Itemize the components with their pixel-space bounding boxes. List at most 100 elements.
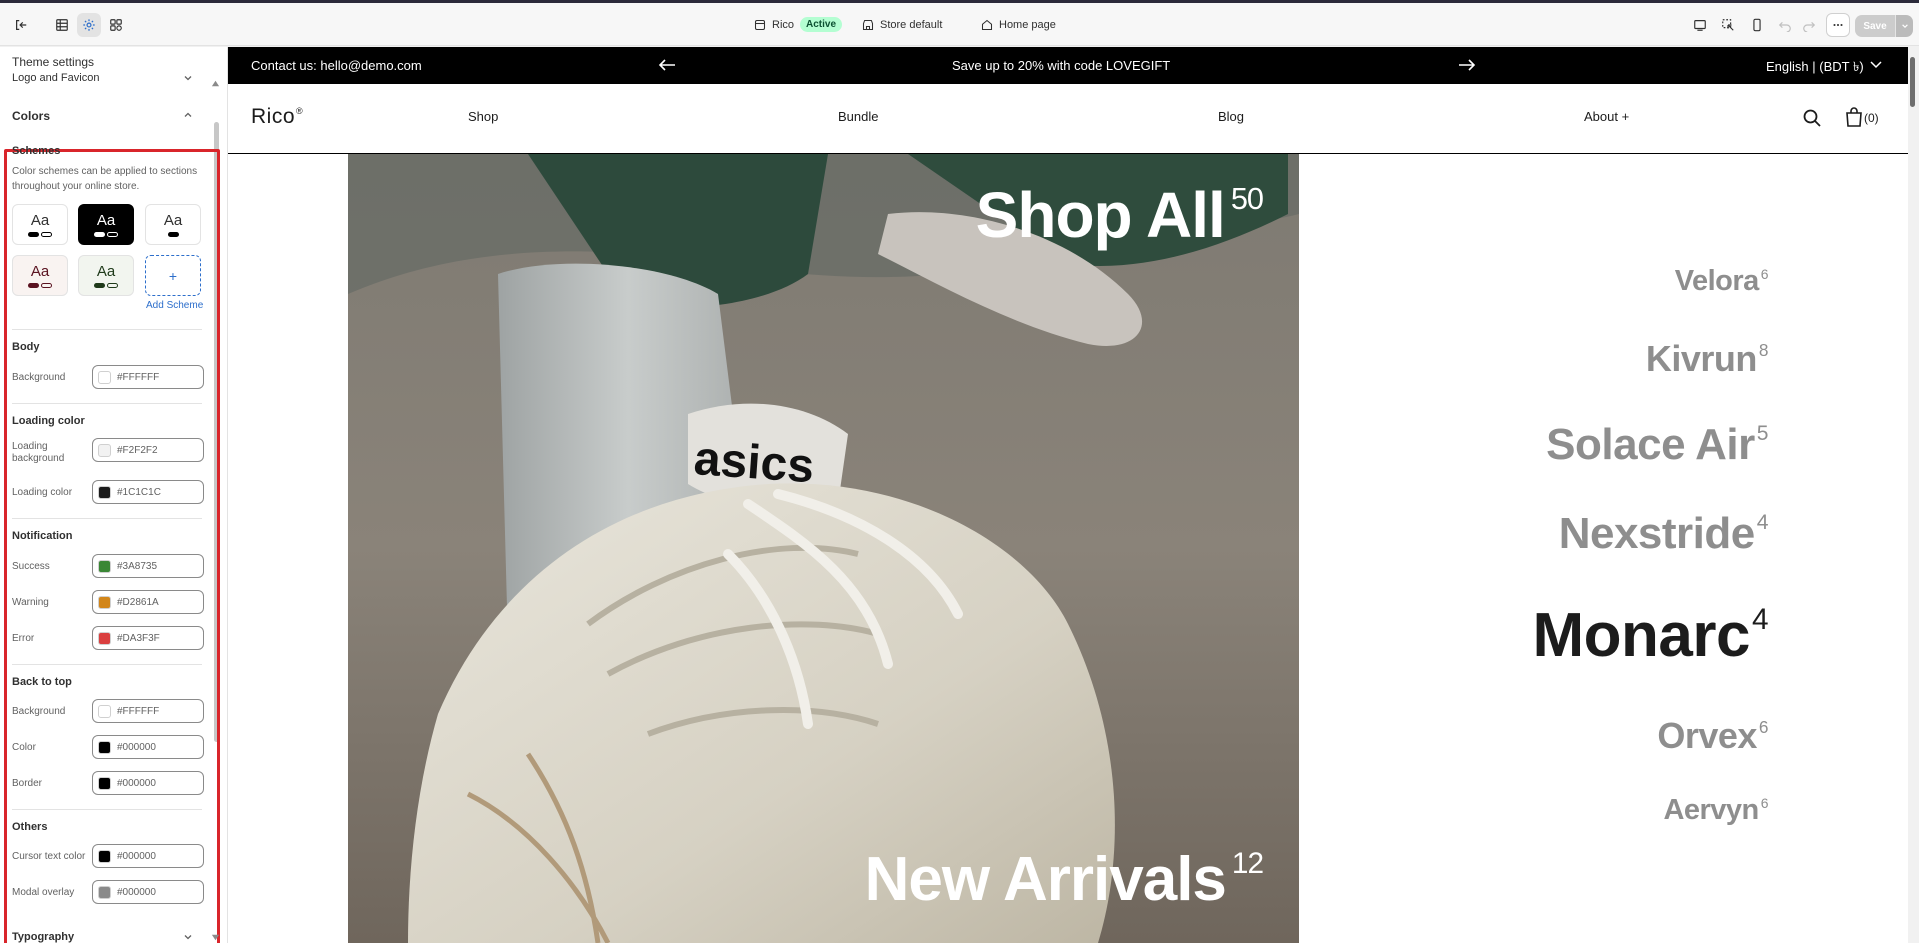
store-selector[interactable]: Store default <box>862 3 942 46</box>
product-link-kivrun[interactable]: Kivrun 8 <box>1646 338 1769 380</box>
save-button[interactable]: Save <box>1855 15 1895 37</box>
product-link-monarc[interactable]: Monarc4 <box>1532 600 1768 671</box>
product-link-velora[interactable]: Velora 6 <box>1674 265 1769 298</box>
product-name: Velora <box>1674 265 1760 297</box>
add-scheme-link[interactable]: Add Scheme <box>146 300 203 311</box>
product-count: 6 <box>1758 716 1769 737</box>
chevron-down-icon[interactable] <box>183 932 193 942</box>
locale-selector[interactable]: English | (BDT ৳) <box>1766 58 1864 79</box>
hex-value: #000000 <box>117 741 156 753</box>
nav-bundle[interactable]: Bundle <box>838 109 878 124</box>
logo-favicon-section[interactable]: Logo and Favicon <box>12 72 192 84</box>
color-scheme-4[interactable]: Aa <box>12 255 68 296</box>
typography-section[interactable]: Typography <box>12 931 74 943</box>
redo-icon[interactable] <box>1797 13 1821 37</box>
registered-mark: ® <box>296 105 304 116</box>
mobile-view-icon[interactable] <box>1745 13 1769 37</box>
theme-settings-sidebar: Theme settings Logo and Favicon Colors S… <box>0 47 228 943</box>
color-swatch[interactable] <box>98 485 111 499</box>
back-to-top-border-field[interactable]: #000000 <box>92 771 204 795</box>
apps-icon[interactable] <box>104 13 128 37</box>
color-swatch[interactable] <box>98 559 111 573</box>
divider <box>12 664 202 665</box>
color-swatch[interactable] <box>98 885 111 899</box>
color-swatch[interactable] <box>98 776 111 790</box>
chevron-down-icon[interactable] <box>183 73 193 83</box>
cart-count[interactable]: (0) <box>1864 111 1879 125</box>
scheme-sample: Aa <box>30 262 50 280</box>
nav-shop[interactable]: Shop <box>468 109 498 124</box>
color-swatch[interactable] <box>98 443 111 457</box>
hero-sneaker-photo[interactable]: asics Shop All 50 New Arrivals 12 <box>348 154 1299 943</box>
color-swatch[interactable] <box>98 631 111 645</box>
more-actions-icon[interactable] <box>1826 13 1850 37</box>
arrow-left-icon[interactable] <box>658 58 676 72</box>
logo-text: Rico <box>251 105 296 128</box>
new-arrivals-link[interactable]: New Arrivals 12 <box>865 844 1264 915</box>
color-swatch[interactable] <box>98 849 111 863</box>
color-swatch[interactable] <box>98 370 111 384</box>
warning-label: Warning <box>12 597 49 608</box>
chevron-down-icon[interactable] <box>1870 60 1882 70</box>
success-color-field[interactable]: #3A8735 <box>92 554 204 578</box>
sections-icon[interactable] <box>50 13 74 37</box>
schemes-heading: Schemes <box>12 145 61 157</box>
chevron-up-icon[interactable] <box>183 110 193 120</box>
preview-icon[interactable] <box>1688 13 1712 37</box>
page-selector[interactable]: Home page <box>981 3 1056 46</box>
loading-background-field[interactable]: #F2F2F2 <box>92 438 204 462</box>
product-link-orvex[interactable]: Orvex 6 <box>1657 715 1768 757</box>
color-swatch[interactable] <box>98 740 111 754</box>
product-link-aervyn[interactable]: Aervyn 6 <box>1663 794 1768 827</box>
theme-selector[interactable]: Rico Active <box>754 3 843 46</box>
color-swatch[interactable] <box>98 595 111 609</box>
warning-color-field[interactable]: #D2861A <box>92 590 204 614</box>
color-swatch[interactable] <box>98 704 111 718</box>
add-scheme-button[interactable]: + <box>145 255 201 296</box>
color-scheme-2[interactable]: Aa <box>78 204 134 245</box>
hex-value: #DA3F3F <box>117 632 160 644</box>
arrow-right-icon[interactable] <box>1458 58 1476 72</box>
color-scheme-3[interactable]: Aa <box>145 204 201 245</box>
store-icon <box>862 19 874 30</box>
colors-section-heading[interactable]: Colors <box>12 109 50 123</box>
cart-icon[interactable] <box>1845 107 1863 127</box>
loading-color-label: Loading color <box>12 487 73 498</box>
shop-all-count: 50 <box>1230 181 1264 217</box>
product-link-nexstride[interactable]: Nexstride4 <box>1559 509 1769 559</box>
search-icon[interactable] <box>1802 108 1822 128</box>
shop-all-link[interactable]: Shop All 50 <box>976 178 1264 252</box>
contact-text[interactable]: Contact us: hello@demo.com <box>251 58 422 73</box>
color-scheme-5[interactable]: Aa <box>78 255 134 296</box>
success-label: Success <box>12 561 50 572</box>
scroll-up-arrow-icon[interactable] <box>211 79 220 88</box>
page-label: Home page <box>999 18 1056 31</box>
color-scheme-1[interactable]: Aa <box>12 204 68 245</box>
nav-about[interactable]: About + <box>1584 109 1629 124</box>
back-to-top-background-field[interactable]: #FFFFFF <box>92 699 204 723</box>
editor-topbar: Rico Active Store default Home page Save <box>0 0 1919 46</box>
cursor-text-color-field[interactable]: #000000 <box>92 844 204 868</box>
modal-overlay-field[interactable]: #000000 <box>92 880 204 904</box>
nav-blog[interactable]: Blog <box>1218 109 1244 124</box>
scheme-sample: Aa <box>163 211 183 229</box>
save-options-chevron-icon[interactable] <box>1895 15 1913 37</box>
product-link-solace-air[interactable]: Solace Air5 <box>1546 420 1768 470</box>
body-background-field[interactable]: #FFFFFF <box>92 365 204 389</box>
store-logo[interactable]: Rico® <box>251 105 303 129</box>
hex-value: #000000 <box>117 886 156 898</box>
exit-icon[interactable] <box>9 13 33 37</box>
preview-scrollbar[interactable] <box>1908 47 1919 943</box>
back-to-top-border-label: Border <box>12 778 43 789</box>
back-to-top-color-field[interactable]: #000000 <box>92 735 204 759</box>
error-color-field[interactable]: #DA3F3F <box>92 626 204 650</box>
undo-icon[interactable] <box>1773 13 1797 37</box>
loading-color-field[interactable]: #1C1C1C <box>92 480 204 504</box>
cursor-text-color-label: Cursor text color <box>12 851 86 862</box>
theme-settings-gear-icon[interactable] <box>77 13 101 37</box>
scrollbar-thumb[interactable] <box>1910 57 1915 107</box>
sneaker-image: asics <box>348 154 1299 943</box>
scroll-down-arrow-icon[interactable] <box>211 933 220 942</box>
home-icon <box>981 19 993 30</box>
inspector-icon[interactable] <box>1716 13 1740 37</box>
